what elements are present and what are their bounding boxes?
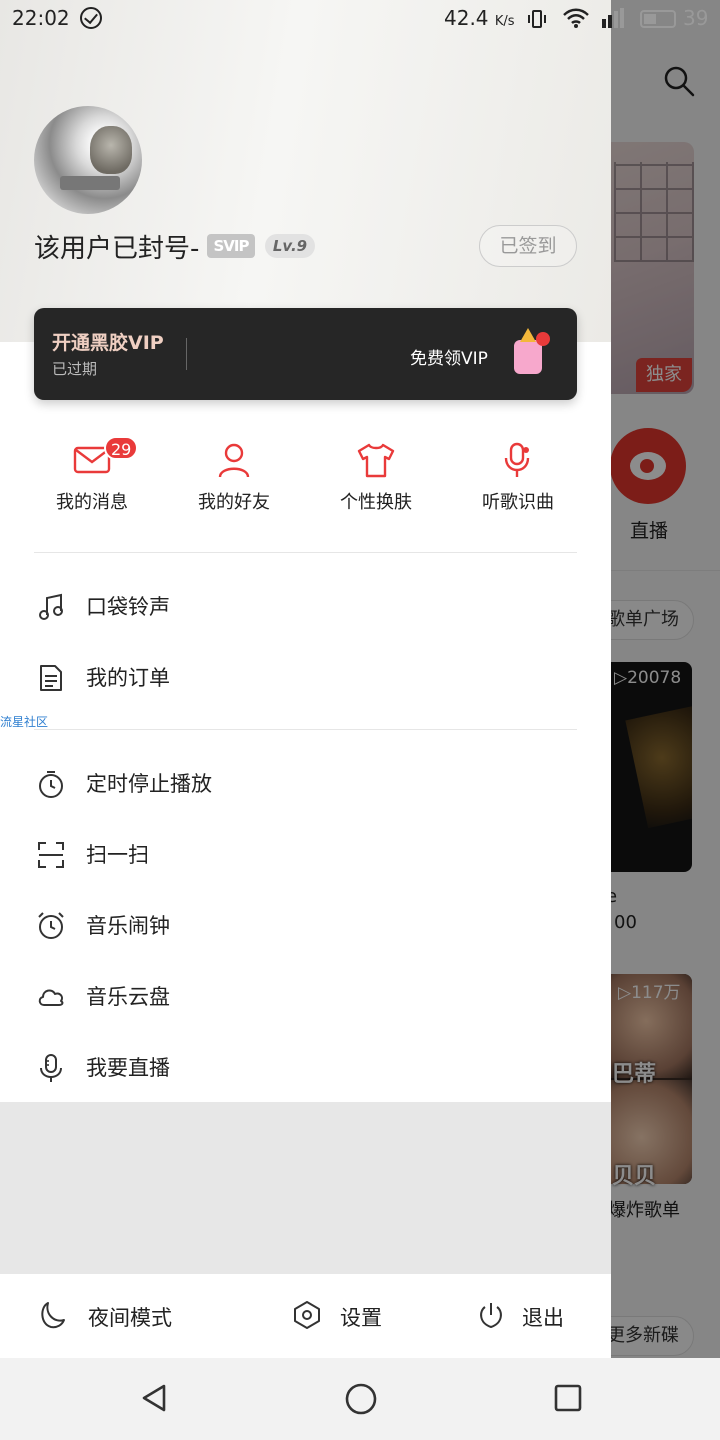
power-icon bbox=[480, 1303, 502, 1329]
message-count-badge: 29 bbox=[104, 436, 139, 460]
menu-sleep-timer[interactable]: 定时停止播放 bbox=[0, 751, 611, 815]
menu-go-live[interactable]: 我要直播 bbox=[0, 1035, 611, 1099]
menu-label: 我要直播 bbox=[86, 1056, 170, 1080]
quick-messages[interactable]: 我的消息 bbox=[27, 440, 157, 530]
night-mode-label: 夜间模式 bbox=[88, 1306, 172, 1330]
divider bbox=[34, 552, 577, 553]
menu-alarm[interactable]: 音乐闹钟 bbox=[0, 893, 611, 957]
home-icon[interactable] bbox=[344, 1382, 378, 1416]
timer-icon bbox=[39, 771, 63, 798]
quick-label: 我的消息 bbox=[56, 492, 128, 513]
menu-label: 音乐闹钟 bbox=[86, 914, 170, 938]
clock: 22:02 bbox=[12, 6, 70, 30]
watermark-text: 流星社区 bbox=[0, 715, 49, 729]
alarm-icon bbox=[38, 912, 64, 939]
username[interactable]: 该用户已封号- bbox=[34, 228, 199, 265]
quick-label: 听歌识曲 bbox=[482, 492, 554, 513]
cloud-icon bbox=[38, 989, 64, 1006]
avatar[interactable] bbox=[34, 106, 142, 214]
empty-area bbox=[0, 1102, 611, 1274]
signal-icon bbox=[602, 8, 624, 28]
menu-orders[interactable]: 我的订单 bbox=[0, 645, 611, 709]
vibrate-icon bbox=[528, 10, 546, 28]
notification-dot bbox=[536, 332, 550, 346]
quick-label: 个性换肤 bbox=[340, 492, 412, 513]
quick-recognize[interactable]: 听歌识曲 bbox=[453, 440, 583, 530]
menu-label: 口袋铃声 bbox=[86, 595, 170, 619]
divider bbox=[34, 729, 577, 730]
scan-icon bbox=[38, 842, 64, 868]
system-nav-bar bbox=[0, 1358, 720, 1440]
battery-icon bbox=[640, 10, 676, 28]
microphone-icon bbox=[40, 1054, 62, 1082]
quick-skin[interactable]: 个性换肤 bbox=[311, 440, 441, 530]
quick-friends[interactable]: 我的好友 bbox=[169, 440, 299, 530]
battery-level: 39 bbox=[683, 6, 709, 30]
menu-label: 扫一扫 bbox=[86, 843, 149, 867]
sign-in-button[interactable]: 已签到 bbox=[479, 225, 577, 267]
divider bbox=[186, 338, 187, 370]
drawer-bottom-bar: 夜间模式 设置 退出 bbox=[0, 1274, 611, 1358]
recents-icon[interactable] bbox=[552, 1382, 584, 1414]
menu-cloud[interactable]: 音乐云盘 bbox=[0, 964, 611, 1028]
svip-badge[interactable]: SVIP bbox=[207, 234, 255, 258]
menu-scan[interactable]: 扫一扫 bbox=[0, 822, 611, 886]
settings-label: 设置 bbox=[340, 1306, 382, 1330]
quick-label: 我的好友 bbox=[198, 492, 270, 513]
menu-label: 我的订单 bbox=[86, 666, 170, 690]
vip-title: 开通黑胶VIP bbox=[52, 332, 164, 354]
level-badge[interactable]: Lv.9 bbox=[265, 234, 315, 258]
moon-icon bbox=[41, 1302, 65, 1329]
wifi-icon bbox=[563, 8, 589, 28]
back-icon[interactable] bbox=[138, 1382, 170, 1414]
tshirt-icon bbox=[357, 443, 395, 478]
mascot-icon bbox=[514, 328, 542, 374]
navigation-drawer: 该用户已封号- SVIP Lv.9 已签到 开通黑胶VIP 已过期 免费领VIP… bbox=[0, 0, 611, 1358]
status-bar: 22:02 42.4 K/s 39 bbox=[0, 0, 720, 38]
logout-button[interactable]: 退出 bbox=[476, 1296, 586, 1336]
night-mode-button[interactable]: 夜间模式 bbox=[36, 1296, 216, 1336]
person-icon bbox=[218, 443, 250, 478]
document-icon bbox=[40, 665, 62, 691]
menu-label: 音乐云盘 bbox=[86, 985, 170, 1009]
menu-label: 定时停止播放 bbox=[86, 772, 212, 796]
mic-music-icon bbox=[504, 442, 530, 477]
vip-card[interactable]: 开通黑胶VIP 已过期 免费领VIP bbox=[34, 308, 577, 400]
logout-label: 退出 bbox=[522, 1306, 564, 1330]
network-speed: 42.4 K/s bbox=[444, 6, 515, 30]
free-vip-link[interactable]: 免费领VIP bbox=[410, 344, 488, 369]
vip-status: 已过期 bbox=[52, 360, 98, 378]
menu-ringtone[interactable]: 口袋铃声 bbox=[0, 574, 611, 638]
music-note-icon bbox=[39, 593, 63, 620]
check-circle-icon bbox=[80, 7, 102, 29]
settings-hexagon-icon bbox=[294, 1301, 320, 1329]
settings-button[interactable]: 设置 bbox=[292, 1296, 402, 1336]
